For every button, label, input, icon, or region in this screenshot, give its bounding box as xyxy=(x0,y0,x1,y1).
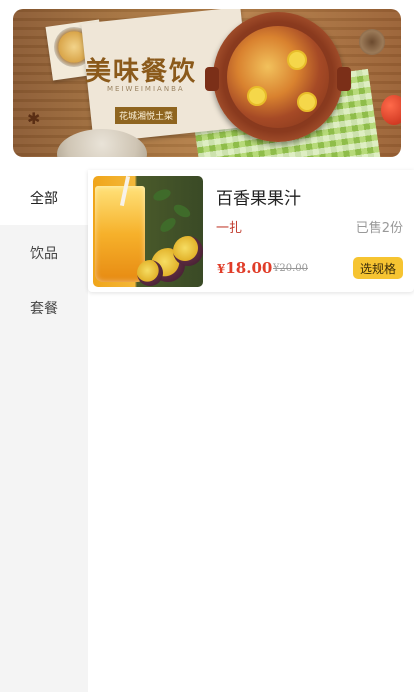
leaf xyxy=(157,215,179,235)
category-drinks[interactable]: 饮品 xyxy=(0,225,88,280)
category-combos[interactable]: 套餐 xyxy=(0,280,88,335)
banner-clay-pot xyxy=(205,12,351,142)
passion-fruit xyxy=(137,260,163,286)
price-value: 18.00 xyxy=(225,259,273,277)
product-image xyxy=(93,176,203,287)
product-price: ¥18.00 xyxy=(217,259,272,277)
leaf xyxy=(171,202,193,220)
banner-mushroom xyxy=(359,29,385,55)
product-original-price: ¥20.00 xyxy=(273,263,308,274)
product-card[interactable]: 百香果果汁 一扎 已售2份 ¥18.00 ¥20.00 选规格 xyxy=(88,170,414,292)
corn-piece xyxy=(247,86,267,106)
category-sidebar: 全部 饮品 套餐 xyxy=(0,170,88,692)
star-anise-icon: ✱ xyxy=(27,109,41,128)
product-unit: 一扎 xyxy=(216,221,243,236)
banner-subtitle: MEIWEIMIANBA xyxy=(107,85,185,93)
passion-fruit xyxy=(173,236,203,266)
promo-banner[interactable]: 美味餐饮 MEIWEIMIANBA 花城湘悦土菜 ✱ xyxy=(13,9,401,157)
select-spec-button[interactable]: 选规格 xyxy=(353,257,403,279)
pot-soup xyxy=(227,26,329,128)
product-sold-count: 已售2份 xyxy=(355,221,403,236)
category-all[interactable]: 全部 xyxy=(0,170,88,225)
product-name: 百香果果汁 xyxy=(216,189,301,209)
banner-tomato xyxy=(381,95,401,125)
banner-tag: 花城湘悦土菜 xyxy=(115,107,178,124)
corn-piece xyxy=(297,92,317,112)
leaf xyxy=(151,187,173,203)
pot-handle-left xyxy=(205,67,219,91)
pot-handle-right xyxy=(337,67,351,91)
corn-piece xyxy=(287,50,307,70)
banner-title: 美味餐饮 xyxy=(85,57,198,87)
